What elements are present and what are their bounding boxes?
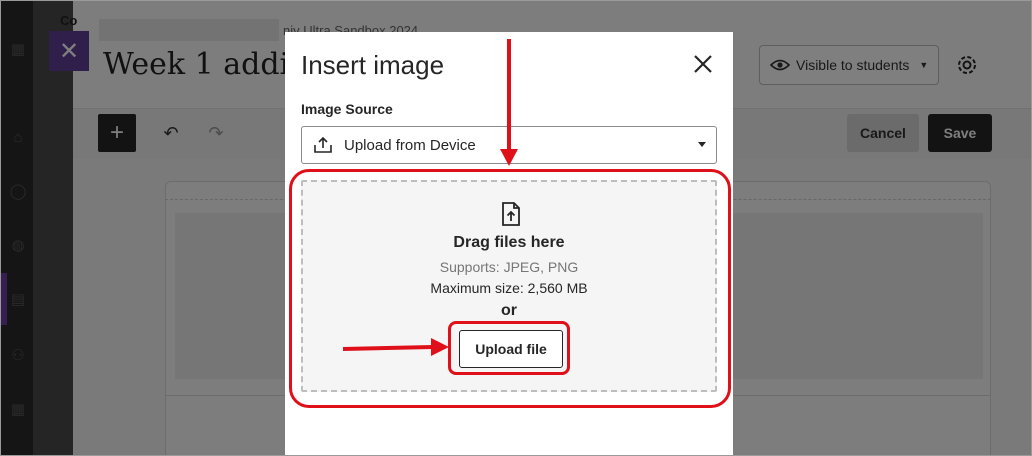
image-source-value: Upload from Device <box>344 136 476 154</box>
close-icon <box>694 55 712 73</box>
image-source-select[interactable]: Upload from Device <box>301 126 717 164</box>
annotation-highlight-upload-button <box>448 321 570 375</box>
dialog-title: Insert image <box>301 50 445 80</box>
image-source-label: Image Source <box>301 101 393 117</box>
caret-down-icon <box>698 142 706 147</box>
upload-icon <box>314 137 332 153</box>
screenshot-frame: ▦ ⌂ ◯ ◍ ▤ ⚇ ▦ niv Ultra Sandbox 2024 Wee… <box>0 0 1032 456</box>
dialog-close-button[interactable] <box>689 50 717 78</box>
